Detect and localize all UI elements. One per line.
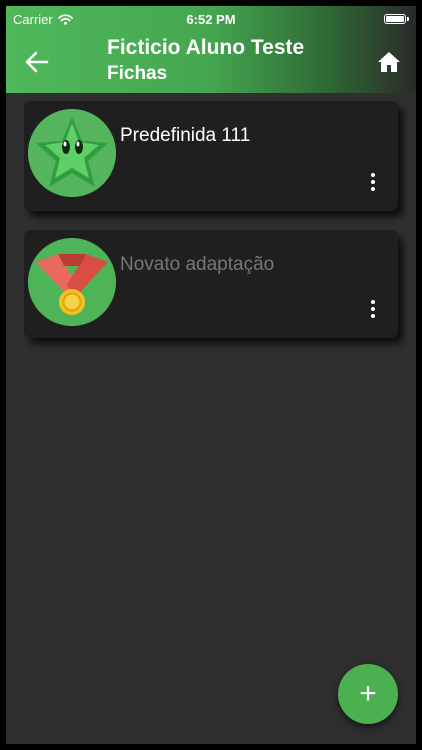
more-vertical-icon[interactable] [370, 300, 376, 320]
list-item[interactable]: Predefinida 111 [24, 101, 398, 211]
page-title: Ficticio Aluno Teste [107, 36, 305, 59]
green-star-icon [28, 109, 116, 197]
status-time: 6:52 PM [186, 12, 236, 27]
arrow-left-icon [25, 51, 49, 73]
add-icon: + [359, 677, 377, 710]
add-button[interactable]: + [338, 664, 398, 724]
medal-icon [28, 238, 116, 326]
back-button[interactable] [24, 50, 50, 74]
header-titles: Ficticio Aluno Teste Fichas [107, 36, 304, 85]
screen: Carrier 6:52 PM Ficticio Aluno Teste Fic… [6, 6, 416, 744]
home-button[interactable] [377, 51, 401, 73]
card-title: Predefinida 111 [120, 125, 251, 146]
status-bar: Carrier 6:52 PM [6, 6, 416, 32]
home-icon [378, 52, 400, 72]
list-item[interactable]: Novato adaptação [24, 230, 398, 338]
more-vertical-icon[interactable] [370, 173, 376, 193]
battery-icon [384, 14, 409, 24]
app-bar: Carrier 6:52 PM Ficticio Aluno Teste Fic… [6, 6, 416, 93]
card-title: Novato adaptação [120, 254, 275, 275]
page-subtitle: Fichas [107, 63, 168, 84]
battery-level [386, 16, 404, 22]
